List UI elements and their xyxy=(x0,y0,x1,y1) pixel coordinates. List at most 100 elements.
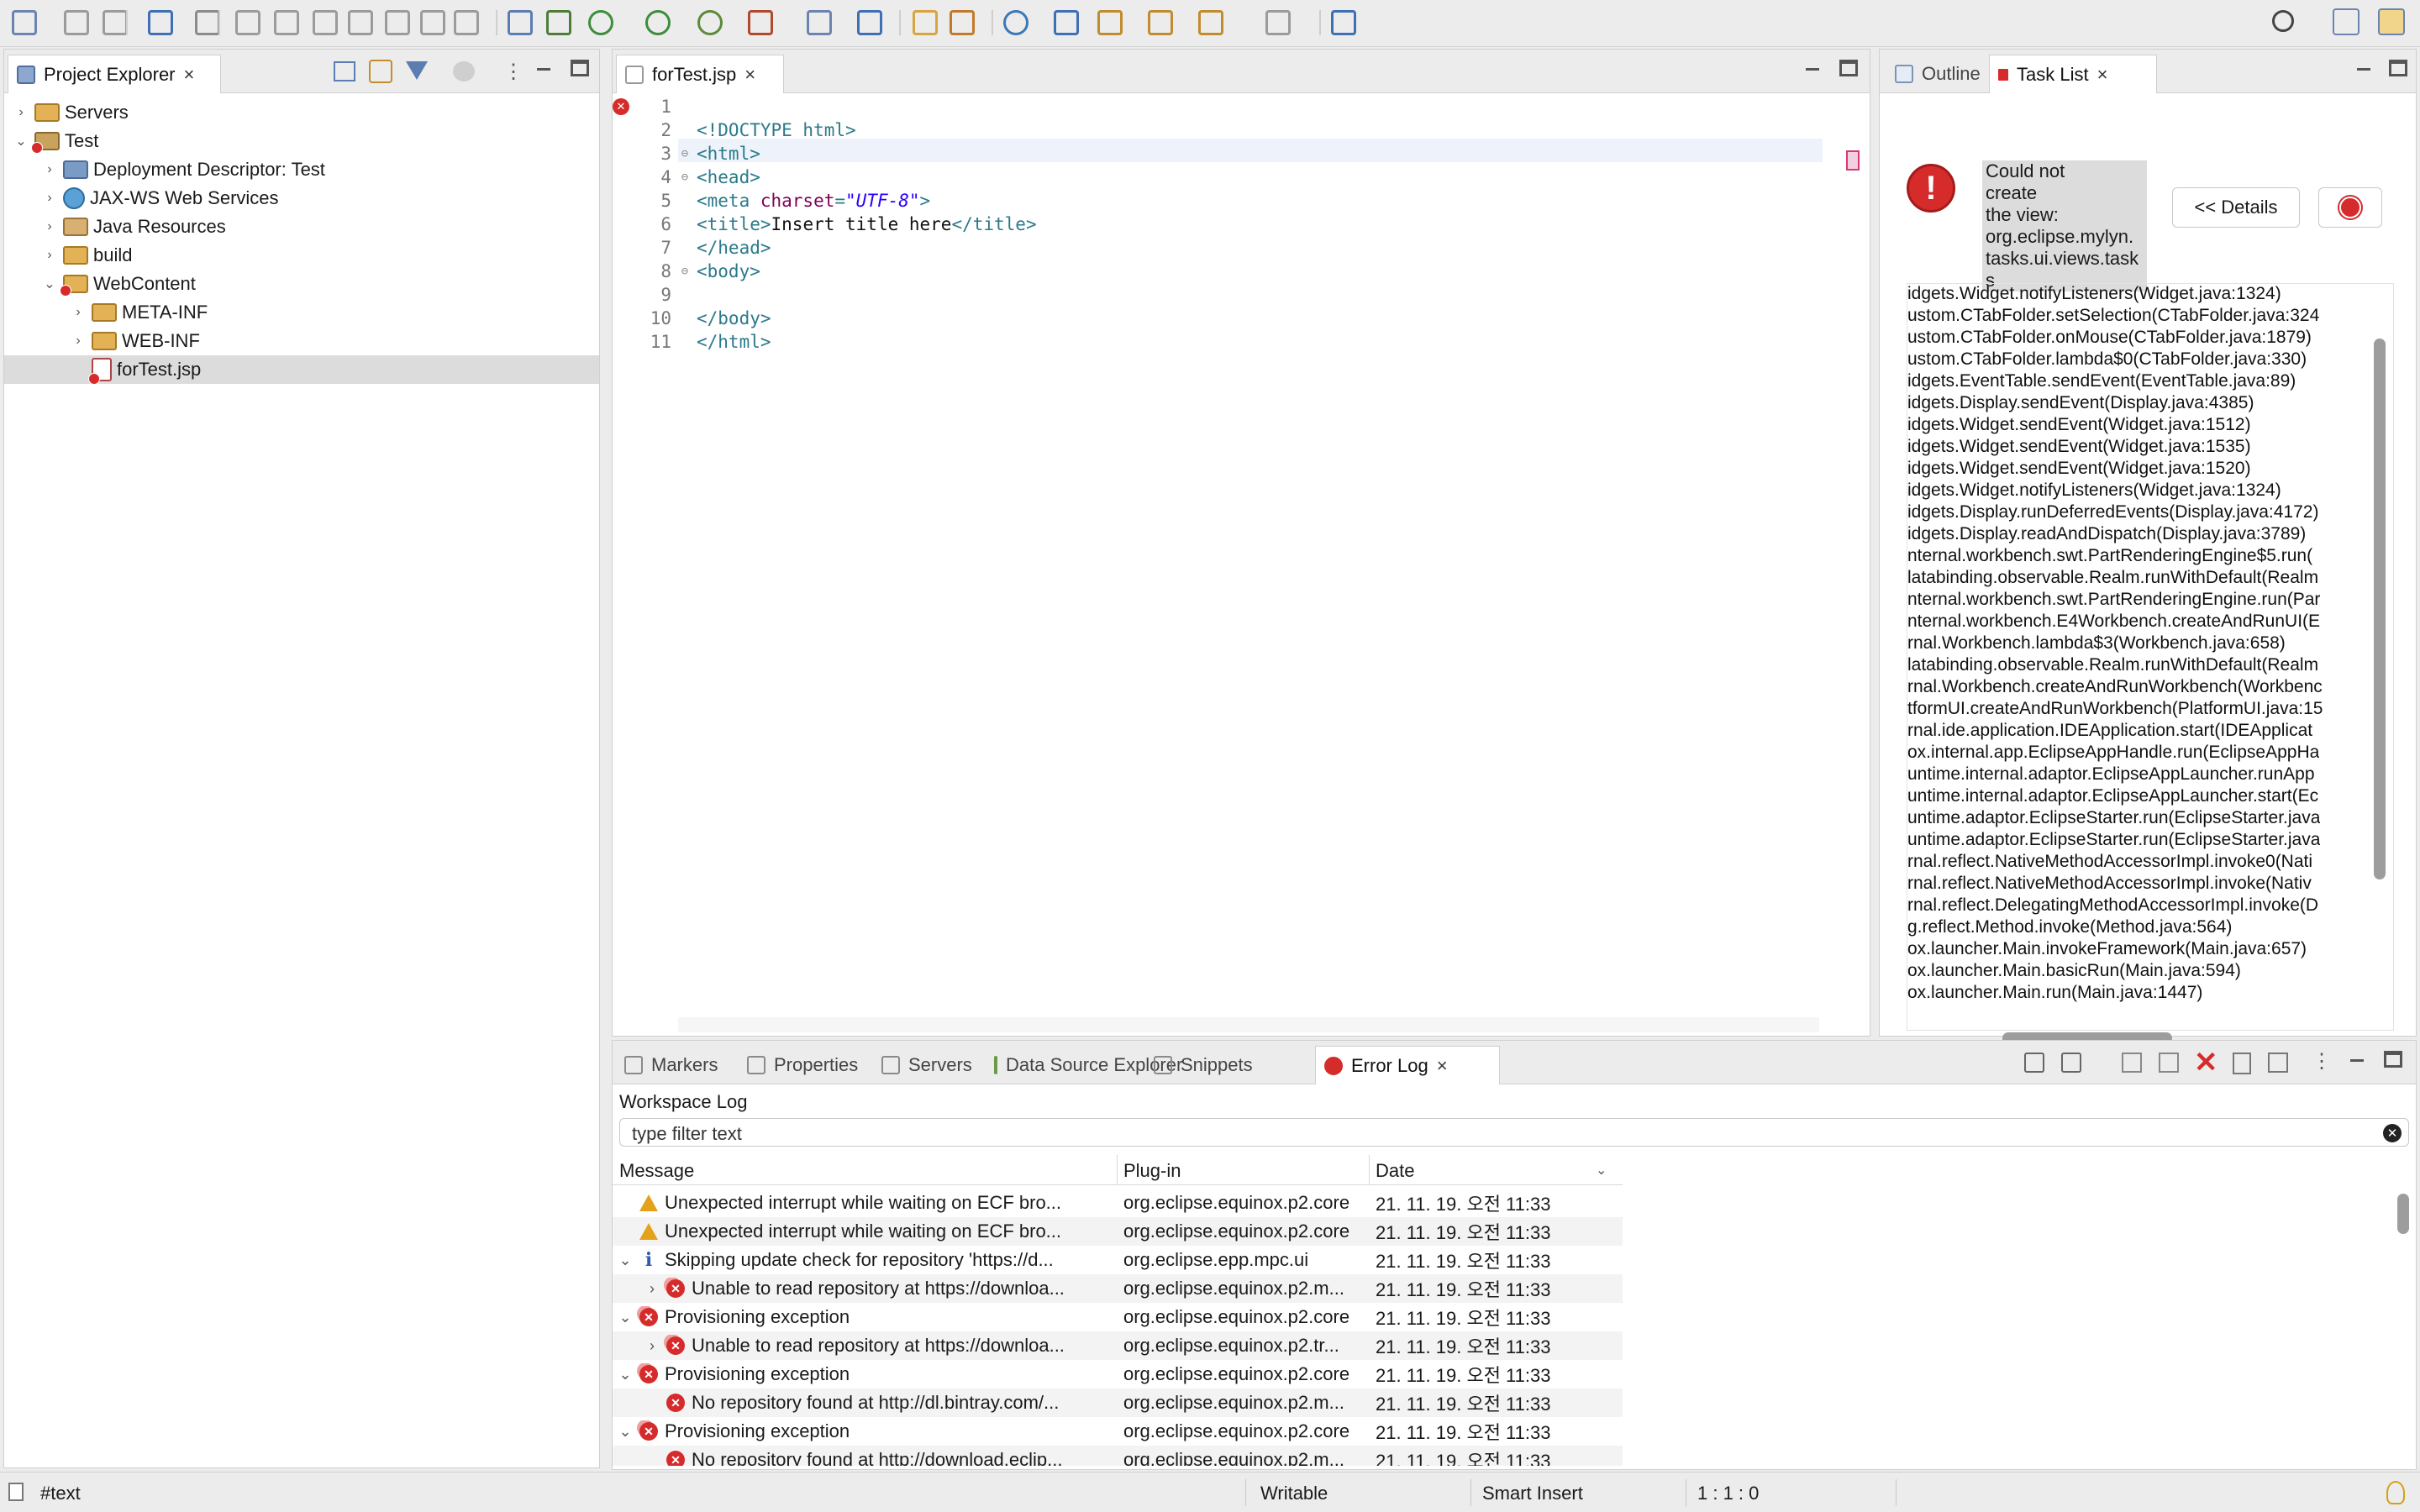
step-over-icon[interactable] xyxy=(420,10,445,35)
log-row[interactable]: ✕ No repository found at http://dl.bintra… xyxy=(613,1389,1623,1417)
chevron-right-icon[interactable]: › xyxy=(41,248,58,263)
save-all-icon[interactable] xyxy=(103,10,128,35)
chevron-right-icon[interactable]: › xyxy=(41,162,58,177)
log-row[interactable]: ⌄ ✕ Provisioning exception org.eclipse.equi… xyxy=(613,1417,1623,1446)
log-row[interactable]: Unexpected interrupt while waiting on EC… xyxy=(613,1189,1623,1217)
tree-item[interactable]: › Deployment Descriptor: Test xyxy=(4,155,599,184)
minimize-icon[interactable] xyxy=(2347,1051,2367,1071)
tab-servers[interactable]: Servers xyxy=(873,1046,981,1084)
tab-snippets[interactable]: Snippets xyxy=(1145,1046,1310,1084)
tree-item[interactable]: › Java Resources xyxy=(4,213,599,241)
tree-item[interactable]: › Servers xyxy=(4,98,599,127)
code-area[interactable]: ✕ 1 2 <!DOCTYPE html> 3 ⊖ <html> 4 ⊖ <head> 5 <meta… xyxy=(613,93,1823,1011)
chevron-down-icon[interactable]: ⌄ xyxy=(41,276,58,292)
prev-annotation-icon[interactable] xyxy=(1148,10,1173,35)
chevron-right-icon[interactable]: › xyxy=(41,219,58,234)
log-row[interactable]: › ✕ Unable to read repository at https://d… xyxy=(613,1331,1623,1360)
tab-properties[interactable]: Properties xyxy=(739,1046,868,1084)
focus-on-active-task-icon[interactable] xyxy=(453,61,475,81)
close-icon[interactable]: × xyxy=(744,65,755,84)
debug-icon[interactable] xyxy=(588,10,613,35)
details-button[interactable]: << Details xyxy=(2172,187,2300,228)
back-icon[interactable] xyxy=(1198,10,1223,35)
code-line[interactable]: ✕ 1 xyxy=(613,95,697,118)
next-annotation-icon[interactable] xyxy=(1097,10,1123,35)
maximize-icon[interactable] xyxy=(2389,60,2407,76)
chevron-down-icon[interactable]: ⌄ xyxy=(618,1252,633,1269)
close-icon[interactable]: × xyxy=(2097,65,2108,84)
pin-editor-icon[interactable] xyxy=(1331,10,1356,35)
tab-task-list[interactable]: Task List × xyxy=(1989,55,2157,93)
tree-item[interactable]: ⌄ WebContent xyxy=(4,270,599,298)
editor-hscrollbar[interactable] xyxy=(678,1017,1819,1032)
tab-outline[interactable]: Outline xyxy=(1886,55,1989,93)
tip-lightbulb-icon[interactable] xyxy=(2386,1481,2405,1504)
col-date[interactable]: Date xyxy=(1376,1160,1414,1182)
delete-icon[interactable]: ✕ xyxy=(2194,1046,2218,1079)
collapse-all-icon[interactable] xyxy=(334,61,355,81)
run-icon[interactable] xyxy=(645,10,671,35)
view-menu-icon[interactable]: ⋮ xyxy=(503,60,523,84)
web-browser-icon[interactable] xyxy=(1003,10,1028,35)
tab-fortest-jsp[interactable]: forTest.jsp × xyxy=(616,55,784,93)
chevron-down-icon[interactable]: ⌄ xyxy=(618,1366,633,1383)
tree-item[interactable]: › build xyxy=(4,241,599,270)
open-type-icon[interactable] xyxy=(546,10,571,35)
step-into-icon[interactable] xyxy=(385,10,410,35)
chevron-down-icon[interactable]: ⌄ xyxy=(618,1309,633,1326)
log-row[interactable]: ✕ No repository found at http://download.… xyxy=(613,1446,1623,1466)
terminate-icon[interactable] xyxy=(313,10,338,35)
code-line[interactable]: 9 xyxy=(613,283,697,307)
log-row[interactable]: › ✕ Unable to read repository at https://d… xyxy=(613,1274,1623,1303)
open-log-icon[interactable] xyxy=(2233,1053,2251,1074)
chevron-right-icon[interactable]: › xyxy=(644,1280,660,1298)
open-folder-icon[interactable] xyxy=(913,10,938,35)
tab-data-source-explorer[interactable]: Data Source Explorer xyxy=(986,1046,1182,1084)
code-line[interactable]: 6 <title>Insert title here</title> xyxy=(613,213,1036,236)
minimize-icon[interactable] xyxy=(1802,60,1823,80)
log-row[interactable]: ⌄ ✕ Provisioning exception org.eclipse.equi… xyxy=(613,1303,1623,1331)
search-icon[interactable] xyxy=(2272,10,2294,32)
chevron-down-icon[interactable]: ⌄ xyxy=(13,133,29,150)
log-row[interactable]: ⌄ ✕ Provisioning exception org.eclipse.equi… xyxy=(613,1360,1623,1389)
annotate-icon[interactable] xyxy=(508,10,533,35)
new-icon[interactable] xyxy=(12,10,37,35)
code-line[interactable]: 11 </html> xyxy=(613,330,771,354)
error-marker-icon[interactable] xyxy=(1846,150,1860,171)
import-log-icon[interactable] xyxy=(2061,1053,2081,1073)
save-icon[interactable] xyxy=(64,10,89,35)
fold-toggle-icon[interactable]: ⊖ xyxy=(676,265,693,278)
step-return-icon[interactable] xyxy=(454,10,479,35)
copy-error-button[interactable] xyxy=(2318,187,2382,228)
delete-log-icon[interactable] xyxy=(2159,1053,2179,1073)
log-row[interactable]: ⌄ i Skipping update check for repository '… xyxy=(613,1246,1623,1274)
minimize-icon[interactable] xyxy=(534,60,554,80)
code-line[interactable]: 10 </body> xyxy=(613,307,771,330)
new-server-icon[interactable] xyxy=(807,10,832,35)
code-line[interactable]: 2 <!DOCTYPE html> xyxy=(613,118,855,142)
tree-item[interactable]: › WEB-INF xyxy=(4,327,599,355)
link-with-editor-icon[interactable] xyxy=(369,60,392,83)
maximize-icon[interactable] xyxy=(1839,60,1858,76)
tree-item[interactable]: ⌄ Test xyxy=(4,127,599,155)
tab-markers[interactable]: Markers xyxy=(616,1046,734,1084)
coverage-icon[interactable] xyxy=(697,10,723,35)
tree-item[interactable]: forTest.jsp xyxy=(4,355,599,385)
tab-error-log[interactable]: Error Log × xyxy=(1315,1046,1500,1084)
open-perspective-icon[interactable] xyxy=(2333,8,2360,35)
skip-breakpoints-icon[interactable] xyxy=(195,10,220,35)
disconnect-icon[interactable] xyxy=(348,10,373,35)
close-icon[interactable]: × xyxy=(1437,1056,1448,1075)
chevron-right-icon[interactable]: › xyxy=(644,1337,660,1355)
filter-icon[interactable] xyxy=(406,61,428,80)
export-log-icon[interactable] xyxy=(2024,1053,2044,1073)
search-icon[interactable] xyxy=(1054,10,1079,35)
new-web-service-icon[interactable] xyxy=(857,10,882,35)
tree-item[interactable]: › JAX-WS Web Services xyxy=(4,184,599,213)
tab-project-explorer[interactable]: Project Explorer × xyxy=(8,55,221,93)
filter-field[interactable]: type filter text ✕ xyxy=(619,1118,2409,1147)
clear-filter-icon[interactable]: ✕ xyxy=(2383,1124,2402,1142)
chevron-right-icon[interactable]: › xyxy=(70,333,87,349)
sort-descending-icon[interactable]: ⌄ xyxy=(1596,1162,1607,1179)
error-marker-icon[interactable]: ✕ xyxy=(613,98,629,115)
